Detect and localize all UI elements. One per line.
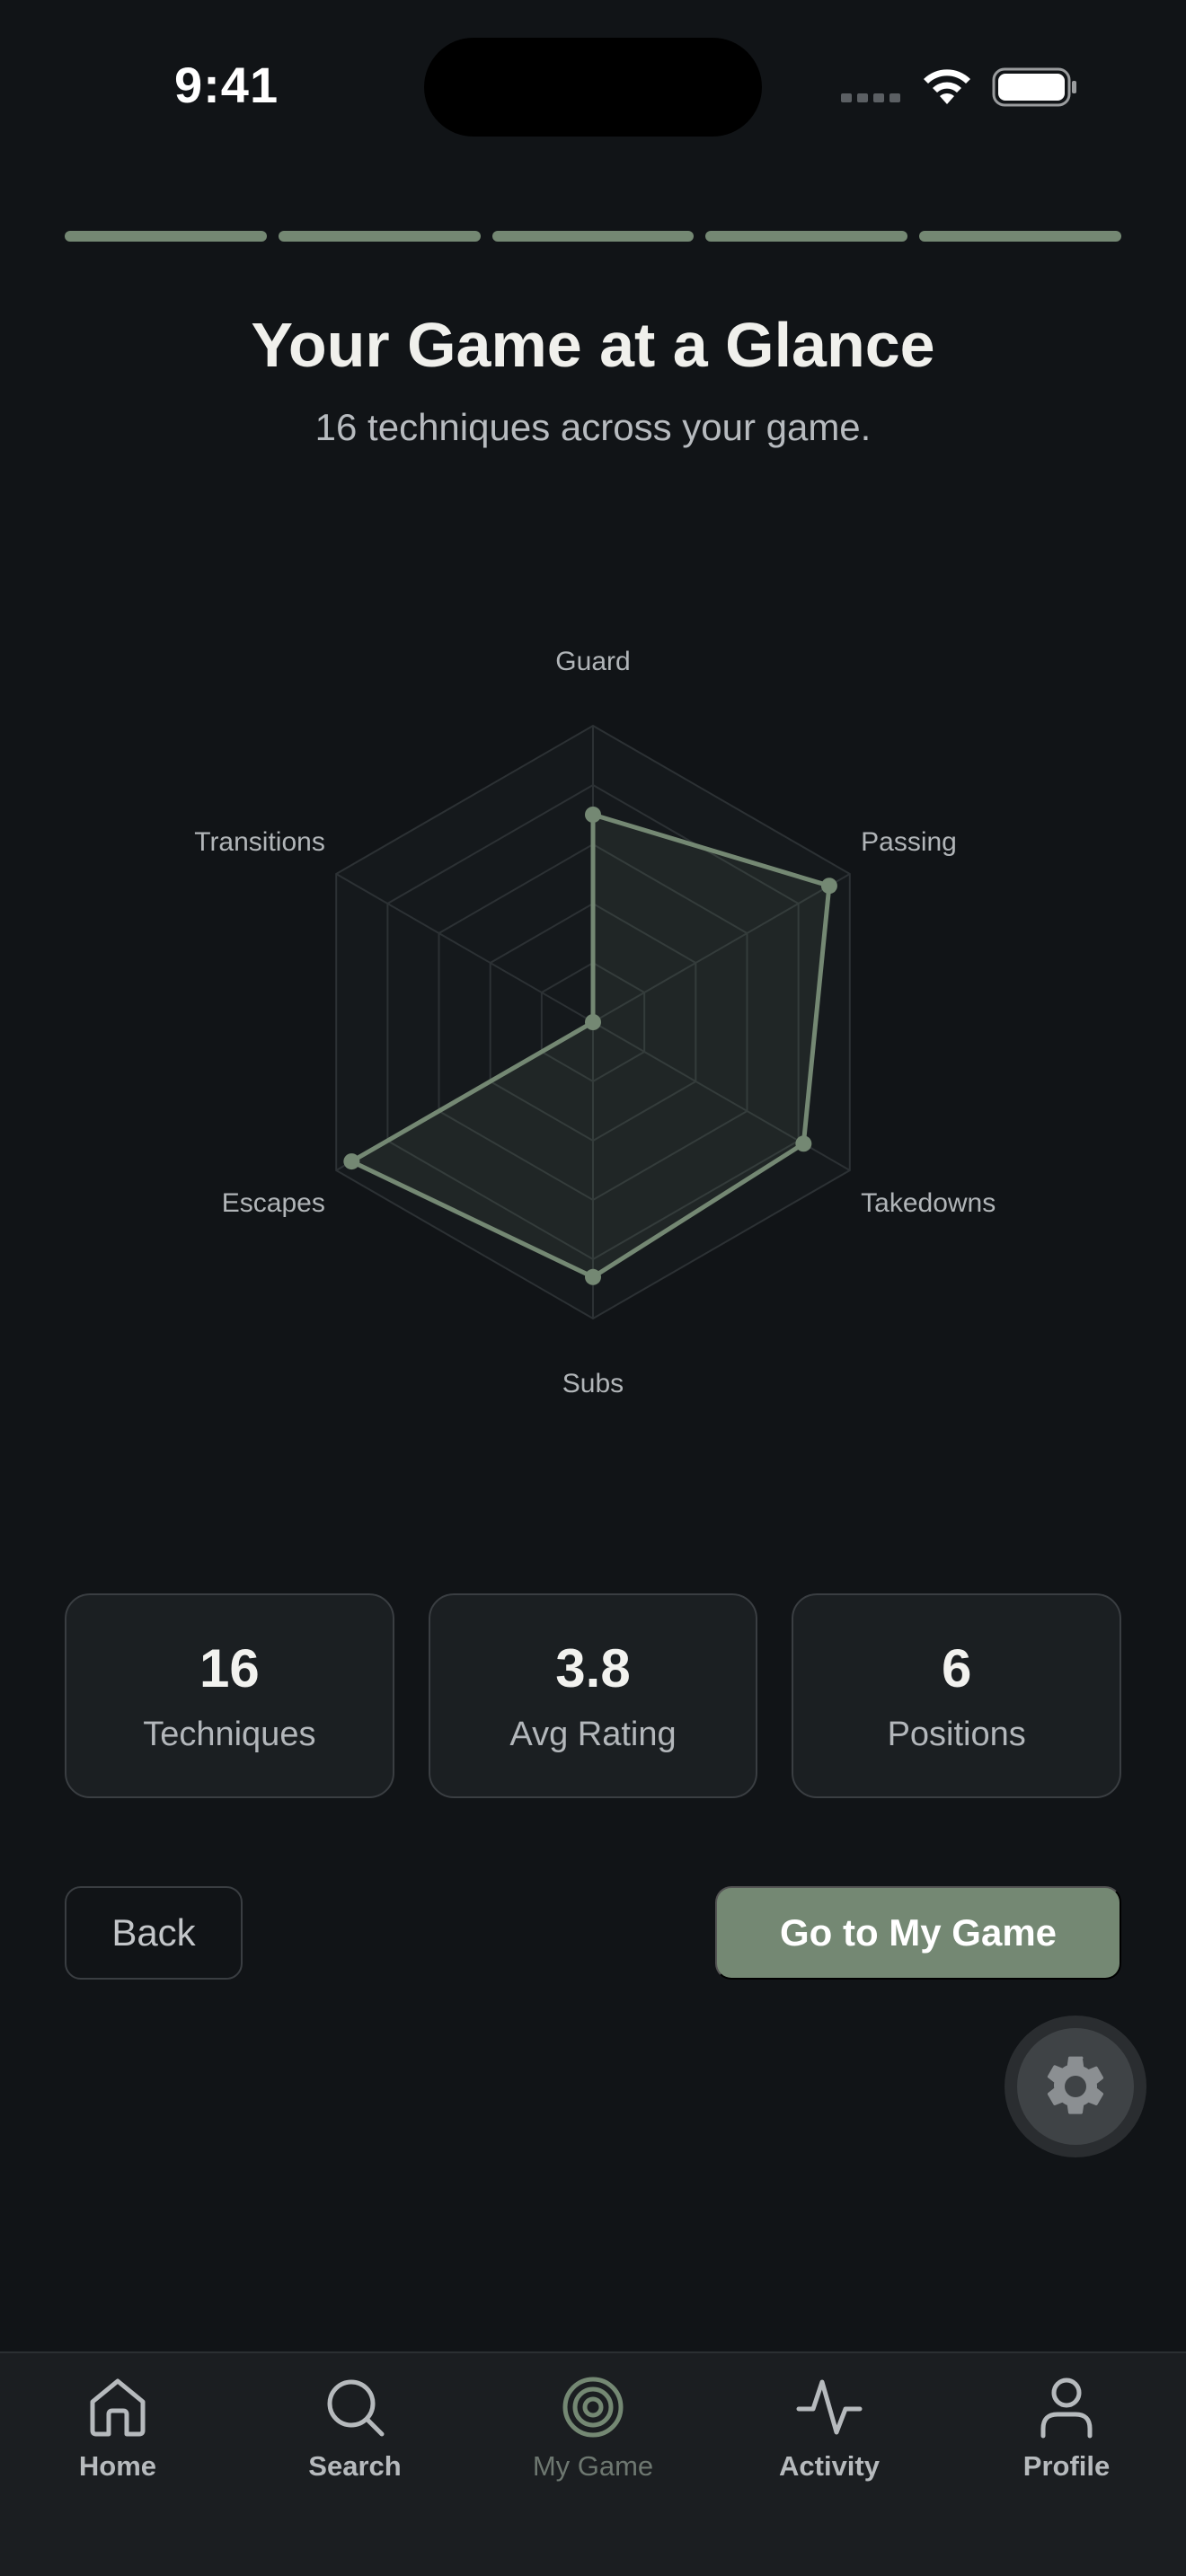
radar-axis-label: Escapes — [222, 1188, 325, 1218]
progress-segment — [278, 231, 481, 242]
radar-axis-label: Guard — [555, 647, 630, 676]
stat-card-avg-rating: 3.8 Avg Rating — [428, 1593, 758, 1798]
settings-fab[interactable] — [1005, 2016, 1146, 2157]
radar-data-point — [585, 1268, 601, 1285]
radar-axis-label: Passing — [861, 827, 957, 857]
tab-my-game[interactable]: My Game — [503, 2373, 683, 2508]
profile-icon — [1040, 2378, 1093, 2439]
settings-fab-inner — [1017, 2028, 1134, 2145]
search-icon — [327, 2379, 385, 2437]
radar-axis-label: Subs — [562, 1369, 624, 1398]
page-subtitle: 16 techniques across your game. — [314, 406, 872, 448]
cellular-signal-icon — [841, 93, 900, 102]
onboarding-progress — [65, 231, 1121, 242]
stat-label: Positions — [887, 1716, 1026, 1753]
tab-label: Profile — [1022, 2450, 1111, 2482]
gear-icon — [1047, 2056, 1104, 2114]
home-icon — [90, 2378, 146, 2437]
dynamic-island — [424, 38, 762, 137]
activity-icon — [796, 2379, 863, 2435]
progress-segment — [65, 231, 267, 242]
radar-data-point — [343, 1153, 360, 1170]
tab-bar: Home Search My Game Activity Profile — [0, 2351, 1186, 2576]
tab-label: Activity — [779, 2450, 880, 2482]
radar-axis-label: Takedowns — [861, 1188, 996, 1218]
progress-segment — [919, 231, 1121, 242]
radar-data-point — [795, 1135, 812, 1152]
radar-chart: Guard Passing Takedowns Subs Escapes Transiti… — [194, 647, 996, 1398]
tab-search[interactable]: Search — [265, 2373, 445, 2508]
go-to-my-game-button[interactable]: Go to My Game — [715, 1886, 1121, 1980]
status-time: 9:41 — [174, 57, 279, 113]
tab-profile[interactable]: Profile — [977, 2373, 1156, 2508]
radar-data-point — [585, 807, 601, 823]
progress-segment — [705, 231, 908, 242]
tab-label: My Game — [532, 2450, 654, 2482]
target-icon — [562, 2377, 624, 2438]
stat-value: 16 — [199, 1638, 260, 1698]
tab-home[interactable]: Home — [28, 2373, 208, 2508]
wifi-icon — [924, 69, 970, 104]
radar-data-point — [820, 878, 837, 895]
tab-activity[interactable]: Activity — [739, 2373, 919, 2508]
tab-label: Search — [308, 2450, 402, 2482]
screen: 9:41 Your Game at a Glance 16 techniques… — [0, 0, 1186, 2576]
radar-axis-label: Transitions — [194, 827, 325, 857]
page-title: Your Game at a Glance — [251, 310, 935, 380]
stat-label: Techniques — [143, 1716, 316, 1753]
stats-row: 16 Techniques 3.8 Avg Rating 6 Positions — [65, 1593, 1122, 1798]
tab-label: Home — [78, 2450, 157, 2482]
radar-data-point — [585, 1014, 601, 1030]
stat-card-positions: 6 Positions — [792, 1593, 1122, 1798]
stat-card-techniques: 16 Techniques — [65, 1593, 394, 1798]
stat-label: Avg Rating — [509, 1716, 677, 1753]
stat-value: 6 — [941, 1638, 972, 1698]
back-button[interactable]: Back — [65, 1886, 243, 1980]
stat-value: 3.8 — [555, 1638, 631, 1698]
battery-icon — [992, 67, 1076, 107]
progress-segment — [491, 231, 695, 242]
